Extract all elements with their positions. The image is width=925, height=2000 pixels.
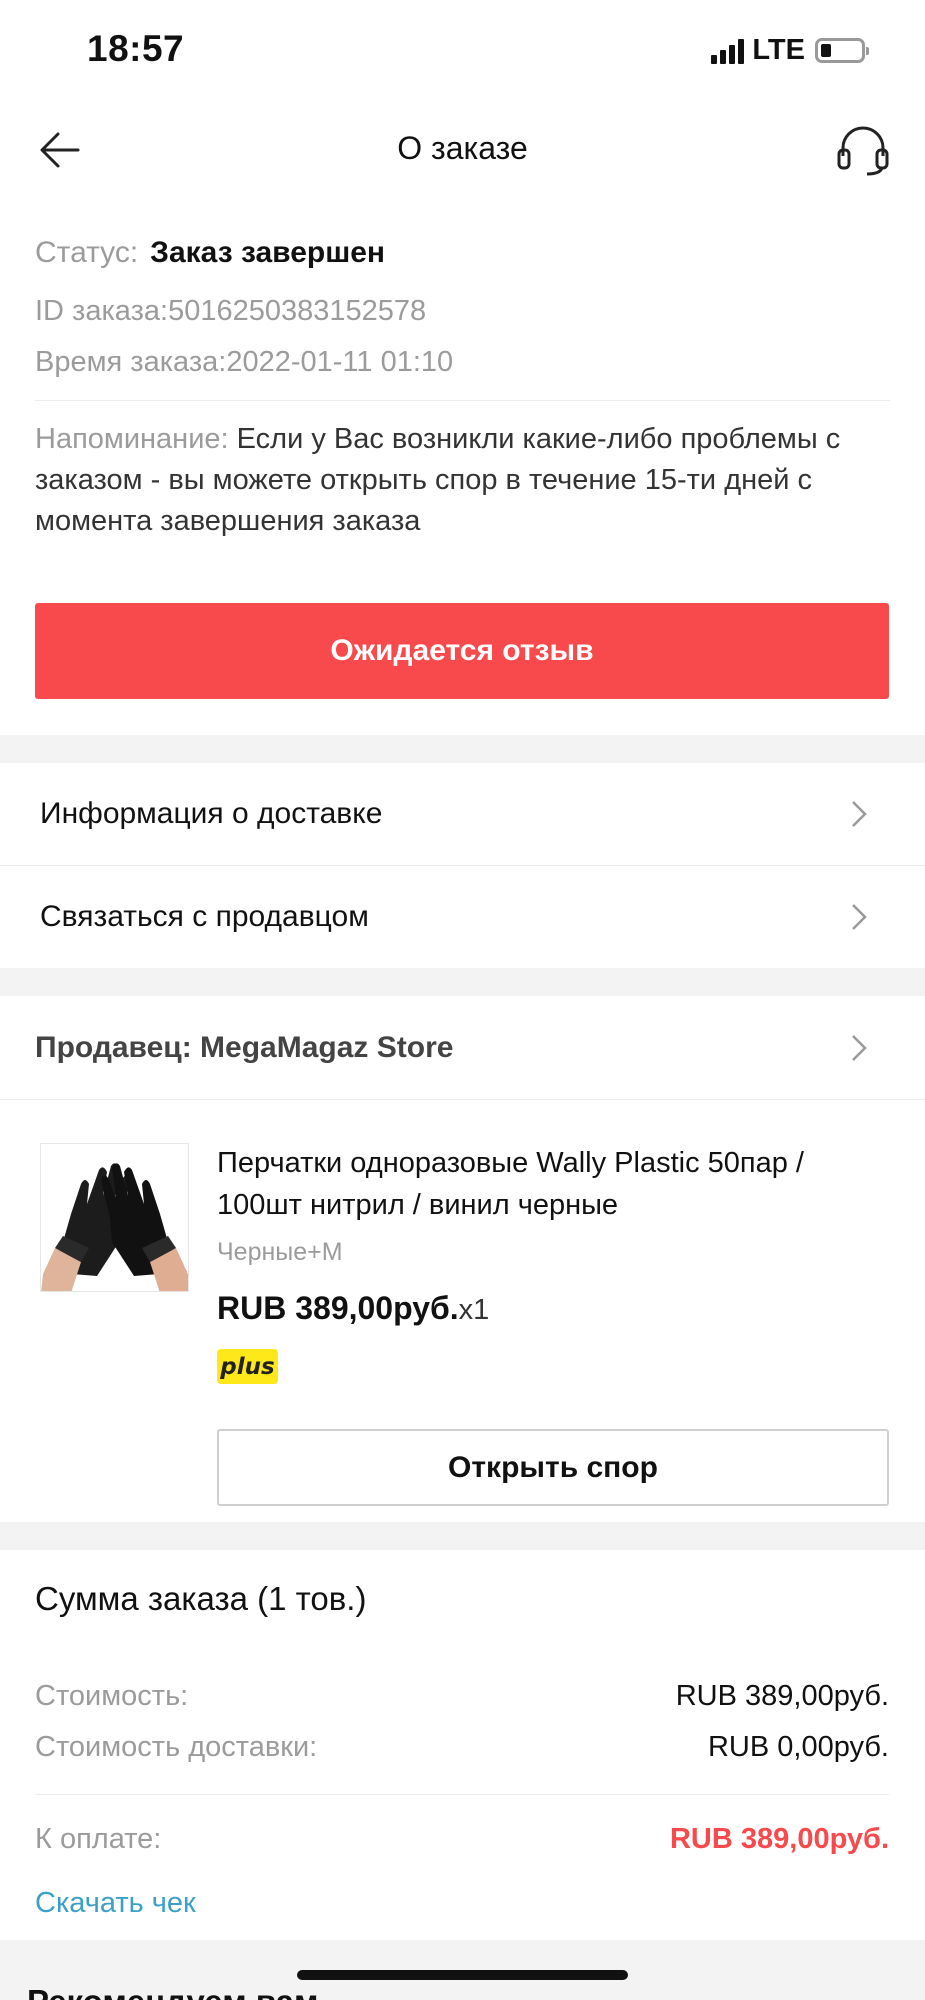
support-button[interactable] — [835, 124, 891, 176]
gloves-image — [41, 1144, 188, 1291]
price-value: RUB 389,00руб. — [217, 1290, 459, 1326]
product-quantity: x1 — [458, 1294, 490, 1326]
product-image[interactable] — [40, 1143, 189, 1292]
nav-bar: О заказе — [0, 100, 925, 200]
cost-row: Стоимость: RUB 389,00руб. — [35, 1680, 889, 1713]
total-label: К оплате: — [35, 1823, 162, 1855]
delivery-info-label: Информация о доставке — [40, 797, 383, 830]
shipping-label: Стоимость доставки: — [35, 1731, 318, 1763]
network-label: LTE — [752, 34, 805, 66]
product-title[interactable]: Перчатки одноразовые Wally Plastic 50пар… — [217, 1142, 887, 1226]
shipping-row: Стоимость доставки: RUB 0,00руб. — [35, 1731, 889, 1764]
status-value: Заказ завершен — [150, 236, 386, 269]
contact-seller-label: Связаться с продавцом — [40, 900, 369, 933]
summary-title: Сумма заказа (1 тов.) — [35, 1580, 367, 1617]
summary-divider — [35, 1794, 889, 1795]
contact-seller-row[interactable]: Связаться с продавцом — [0, 866, 925, 968]
battery-icon — [815, 38, 869, 63]
product-variant: Черные+M — [217, 1238, 343, 1266]
status-label: Статус: — [35, 236, 139, 269]
chevron-right-icon — [852, 801, 867, 827]
recommend-title: Рекомендуем вам — [27, 1983, 318, 2000]
reminder-label: Напоминание: — [35, 423, 229, 455]
total-row: К оплате: RUB 389,00руб. — [35, 1823, 889, 1856]
chevron-right-icon — [852, 1035, 867, 1061]
order-status: Статус: Заказ завершен — [35, 228, 890, 278]
order-id: ID заказа:5016250383152578 — [35, 295, 427, 327]
status-time: 18:57 — [87, 28, 185, 69]
section-divider — [0, 1522, 925, 1550]
shipping-value: RUB 0,00руб. — [707, 1731, 889, 1763]
seller-row[interactable]: Продавец: MegaMagaz Store — [0, 996, 925, 1100]
total-value: RUB 389,00руб. — [669, 1823, 889, 1855]
home-indicator[interactable] — [297, 1970, 628, 1980]
status-indicators: LTE — [711, 34, 869, 67]
open-dispute-button[interactable]: Открыть спор — [217, 1429, 889, 1506]
section-divider — [0, 968, 925, 996]
plus-badge: plus — [217, 1349, 278, 1384]
product-price: RUB 389,00руб.x1 — [217, 1290, 489, 1327]
delivery-info-row[interactable]: Информация о доставке — [0, 763, 925, 865]
cost-label: Стоимость: — [35, 1680, 189, 1712]
order-meta: ID заказа:5016250383152578 Время заказа:… — [35, 286, 890, 401]
page-title: О заказе — [397, 130, 528, 166]
signal-icon — [711, 38, 745, 64]
headset-icon — [837, 126, 889, 176]
status-bar: 18:57 LTE — [0, 0, 925, 100]
order-info: Статус: Заказ завершен ID заказа:50162503… — [35, 228, 890, 542]
cost-value: RUB 389,00руб. — [675, 1680, 889, 1712]
chevron-right-icon — [852, 904, 867, 930]
order-time: Время заказа:2022-01-11 01:10 — [35, 346, 454, 378]
download-receipt-link[interactable]: Скачать чек — [35, 1887, 196, 1920]
section-divider — [0, 735, 925, 763]
seller-name: Продавец: MegaMagaz Store — [35, 1030, 454, 1064]
awaiting-review-button[interactable]: Ожидается отзыв — [35, 603, 889, 699]
order-reminder: Напоминание: Если у Вас возникли какие-л… — [35, 419, 890, 542]
